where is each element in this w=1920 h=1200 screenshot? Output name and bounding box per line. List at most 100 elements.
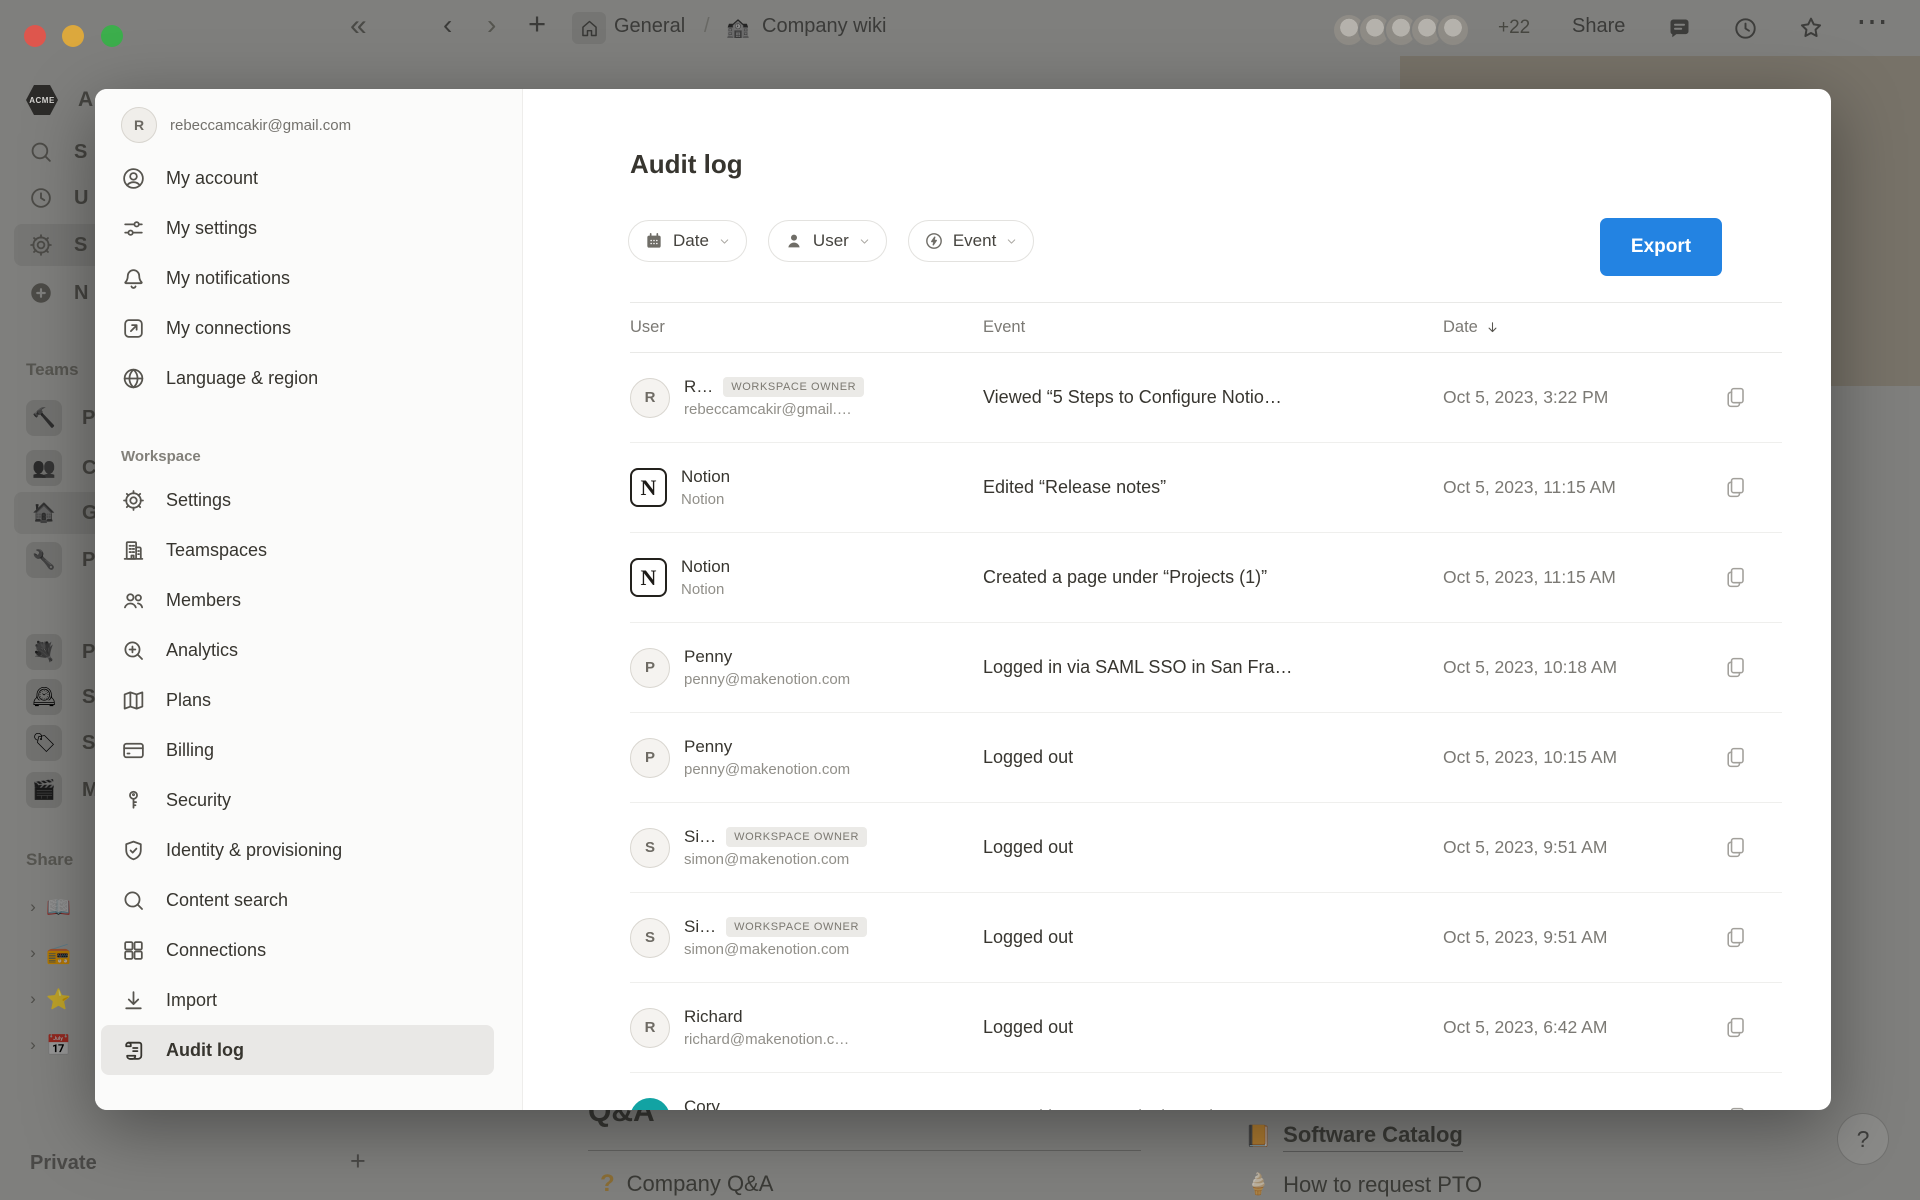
sidebar-item-my-notifications[interactable]: My notifications: [95, 253, 522, 303]
chevron-right-icon[interactable]: ›: [20, 989, 46, 1009]
table-row[interactable]: S Si…WORKSPACE OWNER simon@makenotion.co…: [630, 893, 1782, 983]
sidebar-item-security[interactable]: Security: [95, 775, 522, 825]
share-button[interactable]: Share: [1572, 15, 1625, 38]
event-filter-chip[interactable]: Event: [908, 220, 1034, 262]
sidebar-item-teamspaces[interactable]: Teamspaces: [95, 525, 522, 575]
table-row[interactable]: C Cory Logged in on mac-desktop via SAM……: [630, 1073, 1782, 1110]
sidebar-item-settings[interactable]: Settings: [95, 475, 522, 525]
table-header: User Event Date: [630, 302, 1782, 353]
sidebar-item-my-connections[interactable]: My connections: [95, 303, 522, 353]
copy-icon[interactable]: [1723, 475, 1782, 500]
icecream-icon: 🍦: [1245, 1173, 1271, 1197]
sidebar-item-plans[interactable]: Plans: [95, 675, 522, 725]
key-icon: [121, 788, 146, 813]
favorite-star-icon[interactable]: [1797, 14, 1825, 47]
comments-icon[interactable]: [1666, 15, 1693, 47]
copy-icon[interactable]: [1723, 565, 1782, 590]
sidebar-item-search[interactable]: S: [28, 132, 87, 172]
workspace-owner-badge: WORKSPACE OWNER: [726, 917, 867, 937]
user-email: Notion: [681, 581, 730, 599]
sidebar-item-settings[interactable]: S: [28, 225, 87, 265]
breadcrumb-home[interactable]: General: [614, 15, 685, 38]
user-name: Penny: [684, 647, 732, 667]
table-row[interactable]: P Penny penny@makenotion.com Logged out …: [630, 713, 1782, 803]
sidebar-item-content-search[interactable]: Content search: [95, 875, 522, 925]
table-row[interactable]: N Notion Notion Created a page under “Pr…: [630, 533, 1782, 623]
shared-page[interactable]: ›⭐: [20, 979, 71, 1019]
workspace-switcher[interactable]: ACME A: [26, 80, 93, 120]
copy-icon[interactable]: [1723, 835, 1782, 860]
sidebar-teamspace[interactable]: 👥C: [26, 448, 96, 488]
more-options-icon[interactable]: ⋯: [1856, 2, 1889, 40]
user-filter-chip[interactable]: User: [768, 220, 887, 262]
close-window-button[interactable]: [24, 25, 46, 47]
page-link-software-catalog[interactable]: 📙 Software Catalog: [1245, 1122, 1463, 1152]
sidebar-item-my-account[interactable]: My account: [95, 153, 522, 203]
event-text: Logged out: [983, 837, 1443, 858]
table-row[interactable]: P Penny penny@makenotion.com Logged in v…: [630, 623, 1782, 713]
teamspace-icon: 🔨: [32, 406, 56, 430]
date-filter-chip[interactable]: Date: [628, 220, 747, 262]
new-page-icon[interactable]: +: [528, 6, 546, 42]
sidebar-teamspace[interactable]: 🏠G: [26, 493, 98, 533]
page-link-request-pto[interactable]: 🍦 How to request PTO: [1245, 1172, 1482, 1198]
sidebar-item-analytics[interactable]: Analytics: [95, 625, 522, 675]
copy-icon[interactable]: [1723, 1015, 1782, 1040]
column-header-date[interactable]: Date: [1443, 318, 1723, 337]
table-row[interactable]: S Si…WORKSPACE OWNER simon@makenotion.co…: [630, 803, 1782, 893]
home-icon[interactable]: [572, 12, 606, 44]
sidebar-item-identity-provisioning[interactable]: Identity & provisioning: [95, 825, 522, 875]
sidebar-item-updates[interactable]: U: [28, 178, 88, 218]
sidebar-teamspace[interactable]: 🕰S: [26, 677, 95, 717]
sidebar-teamspace[interactable]: 🔧P: [26, 540, 95, 580]
help-button[interactable]: ?: [1837, 1113, 1889, 1165]
copy-icon[interactable]: [1723, 1105, 1782, 1110]
teamspace-label: S: [82, 686, 95, 709]
add-private-page-icon[interactable]: +: [350, 1146, 366, 1177]
page-link-label: How to request PTO: [1283, 1172, 1482, 1198]
collapse-sidebar-icon[interactable]: «: [350, 9, 367, 43]
shared-page[interactable]: ›📖: [20, 887, 71, 927]
chevron-right-icon[interactable]: ›: [20, 943, 46, 963]
copy-icon[interactable]: [1723, 385, 1782, 410]
user-name: Si…: [684, 827, 716, 847]
teams-section-label: Teams: [26, 360, 79, 380]
table-row[interactable]: R R…WORKSPACE OWNER rebeccamcakir@gmail.…: [630, 353, 1782, 443]
zoom-window-button[interactable]: [101, 25, 123, 47]
table-row[interactable]: N Notion Notion Edited “Release notes” O…: [630, 443, 1782, 533]
forward-icon[interactable]: ›: [487, 9, 496, 41]
copy-icon[interactable]: [1723, 925, 1782, 950]
export-button[interactable]: Export: [1600, 218, 1722, 276]
chevron-right-icon[interactable]: ›: [20, 1035, 46, 1055]
sidebar-item-members[interactable]: Members: [95, 575, 522, 625]
sidebar-item-label: Language & region: [166, 368, 318, 389]
history-clock-icon[interactable]: [1732, 15, 1759, 47]
chevron-down-icon: [1005, 235, 1018, 248]
column-header-user[interactable]: User: [630, 318, 983, 337]
sidebar-item-billing[interactable]: Billing: [95, 725, 522, 775]
table-row[interactable]: R Richard richard@makenotion.c… Logged o…: [630, 983, 1782, 1073]
sidebar-teamspace[interactable]: 💐P: [26, 632, 95, 672]
chevron-right-icon[interactable]: ›: [20, 897, 46, 917]
breadcrumb-page[interactable]: Company wiki: [762, 15, 886, 38]
shared-page[interactable]: ›📻: [20, 933, 71, 973]
sidebar-teamspace[interactable]: 🔨P: [26, 398, 95, 438]
sidebar-item-connections[interactable]: Connections: [95, 925, 522, 975]
sidebar-teamspace[interactable]: 🎬M: [26, 770, 99, 810]
sidebar-item-import[interactable]: Import: [95, 975, 522, 1025]
teamspace-icon: 💐: [32, 640, 56, 664]
sidebar-item-new-page[interactable]: N: [28, 273, 88, 313]
sidebar-item-label: My settings: [166, 218, 257, 239]
minimize-window-button[interactable]: [62, 25, 84, 47]
sidebar-item-my-settings[interactable]: My settings: [95, 203, 522, 253]
copy-icon[interactable]: [1723, 655, 1782, 680]
sidebar-item-language-region[interactable]: Language & region: [95, 353, 522, 403]
page-link-company-qa[interactable]: ? Company Q&A: [600, 1170, 773, 1198]
sidebar-teamspace[interactable]: 🏷S: [26, 723, 95, 763]
sidebar-item-audit-log[interactable]: Audit log: [101, 1025, 494, 1075]
copy-icon[interactable]: [1723, 745, 1782, 770]
column-header-event[interactable]: Event: [983, 318, 1443, 337]
avatar: S: [630, 828, 670, 868]
back-icon[interactable]: ‹: [443, 9, 452, 41]
shared-page[interactable]: ›📅: [20, 1025, 71, 1065]
